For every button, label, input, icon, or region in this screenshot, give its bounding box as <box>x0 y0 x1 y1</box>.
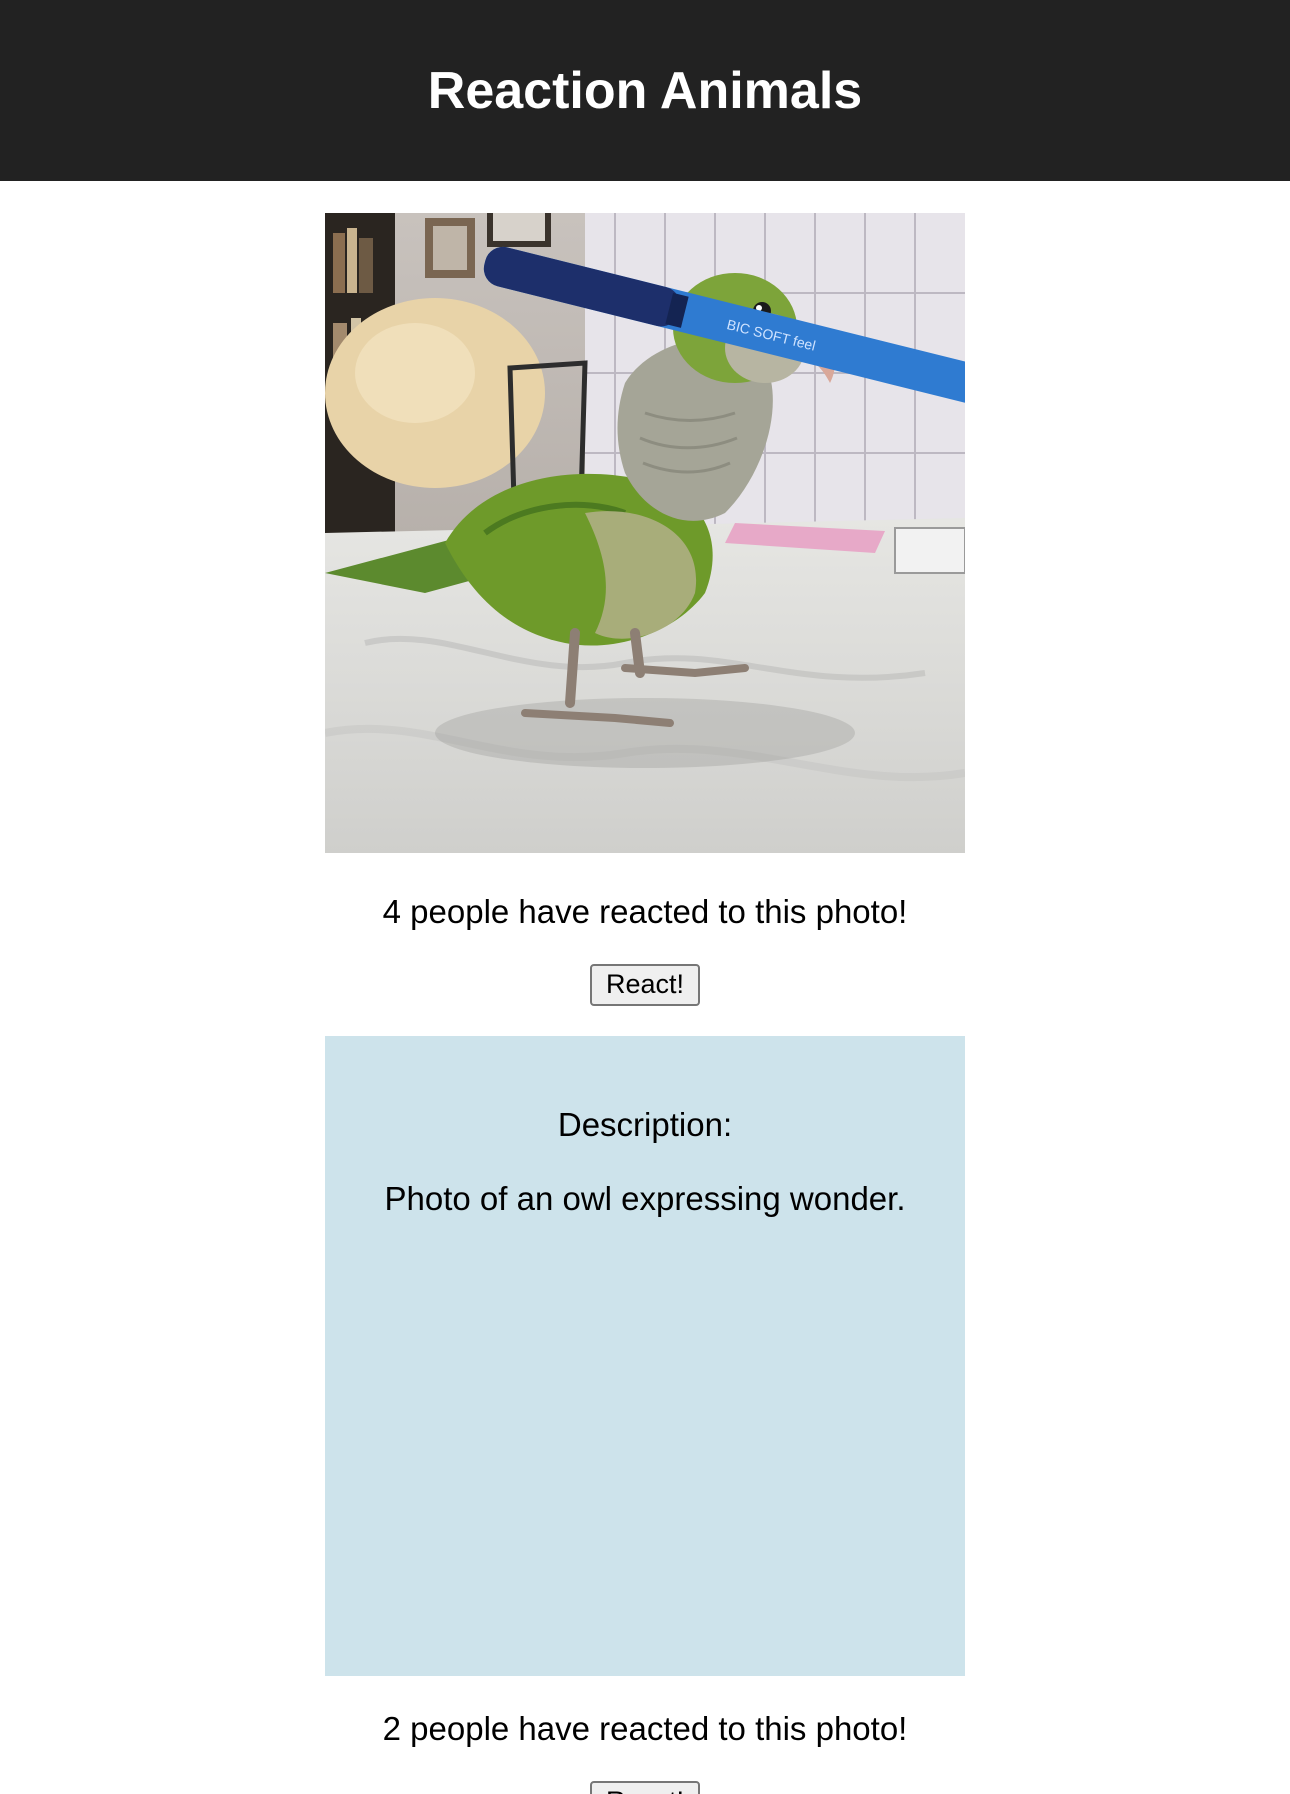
page-title: Reaction Animals <box>427 61 863 120</box>
reaction-count: 2 people have reacted to this photo! <box>382 1709 908 1747</box>
reaction-count: 4 people have reacted to this photo! <box>382 893 908 930</box>
parrot-photo: BIC SOFT feel <box>325 213 965 853</box>
image-description-box: Description: Photo of an owl expressing … <box>325 1035 965 1676</box>
description-label: Description: <box>557 1105 733 1143</box>
site-header: Reaction Animals <box>0 0 1290 181</box>
react-button[interactable]: React! <box>589 1780 701 1794</box>
react-button[interactable]: React! <box>589 963 701 1006</box>
parrot-photo-illustration: BIC SOFT feel <box>325 213 965 853</box>
photo-post: BIC SOFT feel 4 people have reacted to t… <box>325 213 965 1006</box>
description-text: Photo of an owl expressing wonder. <box>384 1179 906 1217</box>
photo-feed: BIC SOFT feel 4 people have reacted to t… <box>325 181 965 1794</box>
photo-post: Description: Photo of an owl expressing … <box>325 1006 965 1794</box>
